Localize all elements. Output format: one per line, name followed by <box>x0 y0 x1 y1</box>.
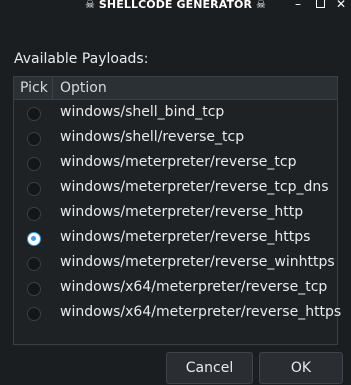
ok-button[interactable]: OK <box>259 352 343 384</box>
payload-option-label: windows/shell_bind_tcp <box>60 104 225 120</box>
payload-table[interactable]: Pick Option windows/shell_bind_tcpwindow… <box>13 76 341 345</box>
table-header: Pick Option <box>14 77 337 100</box>
payload-row[interactable]: windows/meterpreter/reverse_tcp_dns <box>14 177 337 202</box>
column-header-pick[interactable]: Pick <box>20 80 48 96</box>
payload-row[interactable]: windows/meterpreter/reverse_http <box>14 202 337 227</box>
payload-row[interactable]: windows/meterpreter/reverse_https <box>14 227 337 252</box>
payload-radio[interactable] <box>27 257 41 271</box>
cancel-button[interactable]: Cancel <box>166 352 253 384</box>
payload-option-label: windows/meterpreter/reverse_winhttps <box>60 254 335 270</box>
payload-radio[interactable] <box>27 182 41 196</box>
payload-option-label: windows/x64/meterpreter/reverse_https <box>60 304 342 320</box>
payloads-heading: Available Payloads: <box>14 51 149 67</box>
payload-radio[interactable] <box>27 282 41 296</box>
payload-row[interactable]: windows/meterpreter/reverse_tcp <box>14 152 337 177</box>
payload-row[interactable]: windows/shell/reverse_tcp <box>14 127 337 152</box>
payload-option-label: windows/meterpreter/reverse_http <box>60 204 304 220</box>
payload-radio[interactable] <box>27 107 41 121</box>
payload-option-label: windows/shell/reverse_tcp <box>60 129 245 145</box>
payload-radio[interactable] <box>27 157 41 171</box>
title-bar: ☠ SHELLCODE GENERATOR ☠ – ✕ <box>0 0 351 14</box>
payload-option-label: windows/meterpreter/reverse_https <box>60 229 311 245</box>
payload-option-label: windows/x64/meterpreter/reverse_tcp <box>60 279 328 295</box>
payload-row[interactable]: windows/meterpreter/reverse_winhttps <box>14 252 337 277</box>
payload-radio[interactable] <box>27 232 41 246</box>
payload-radio[interactable] <box>27 207 41 221</box>
minimize-icon[interactable]: – <box>290 0 306 11</box>
close-icon[interactable]: ✕ <box>333 0 349 11</box>
maximize-icon[interactable] <box>312 0 328 11</box>
payload-option-label: windows/meterpreter/reverse_tcp <box>60 154 297 170</box>
payload-radio[interactable] <box>27 307 41 321</box>
payload-option-label: windows/meterpreter/reverse_tcp_dns <box>60 179 329 195</box>
payload-row[interactable]: windows/shell_bind_tcp <box>14 102 337 127</box>
payload-radio[interactable] <box>27 132 41 146</box>
column-header-option[interactable]: Option <box>60 80 107 96</box>
column-divider <box>52 77 53 99</box>
payload-row[interactable]: windows/x64/meterpreter/reverse_tcp <box>14 277 337 302</box>
payload-row[interactable]: windows/x64/meterpreter/reverse_https <box>14 302 341 327</box>
